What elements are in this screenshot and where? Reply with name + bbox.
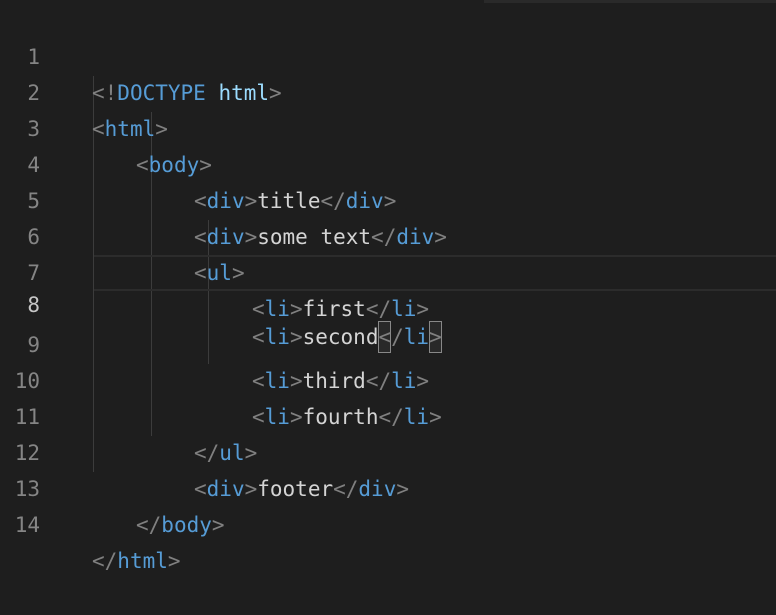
code-line[interactable]: 4 <div>title</div> — [0, 111, 776, 213]
current-code-line[interactable]: 8 <li>second</li> — [27, 255, 776, 353]
line-number: 7 — [27, 261, 40, 285]
code-line[interactable]: 2 <html> — [0, 39, 776, 141]
bracket: </ — [136, 513, 162, 537]
code-line[interactable]: 10 <li>fourth</li> — [0, 327, 776, 429]
code-line[interactable]: 14 </html> — [0, 471, 776, 573]
code-line[interactable]: 5 <div>some text</div> — [0, 147, 776, 249]
code-line[interactable]: 3 <body> — [0, 75, 776, 177]
code-line[interactable]: 13 </body> — [0, 435, 776, 537]
code-line[interactable]: 1 <!DOCTYPE html> — [0, 3, 776, 105]
code-line[interactable]: 12 <div>footer</div> — [0, 399, 776, 501]
code-editor[interactable]: 1 <!DOCTYPE html> 2 <html> 3 <body> 4 <d… — [0, 0, 776, 573]
code-line[interactable]: 6 <ul> — [0, 183, 776, 285]
code-line[interactable]: 11 </ul> — [0, 363, 776, 465]
tag-name: html — [117, 549, 168, 573]
line-number: 14 — [14, 513, 40, 537]
bracket: </ — [92, 549, 118, 573]
bracket: > — [211, 513, 225, 537]
bracket: > — [167, 549, 181, 573]
code-line[interactable]: 7 <li>first</li> — [0, 219, 776, 321]
code-line[interactable]: 9 <li>third</li> — [0, 291, 776, 393]
tag-name: body — [161, 513, 212, 537]
